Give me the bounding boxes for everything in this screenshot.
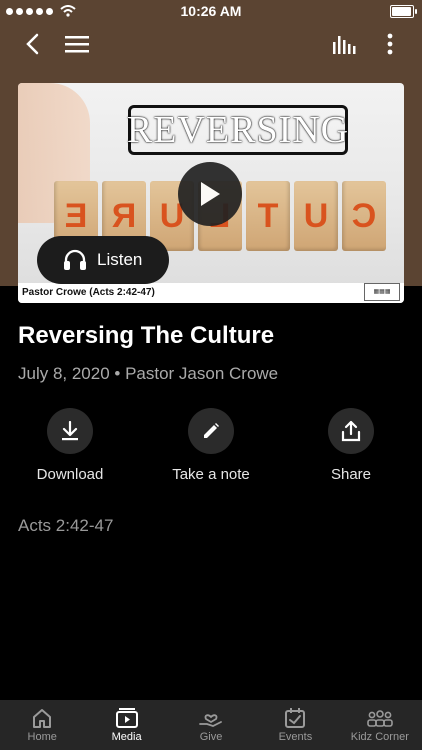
- scripture-reference: Acts 2:42-47: [18, 516, 114, 535]
- artwork-caption: Pastor Crowe (Acts 2:42-47): [18, 283, 404, 303]
- tab-give-label: Give: [199, 731, 223, 743]
- letter-block: C: [342, 181, 386, 251]
- share-icon: [341, 420, 361, 442]
- play-button[interactable]: [178, 162, 242, 226]
- tab-events-label: Events: [278, 731, 313, 743]
- tab-home[interactable]: Home: [0, 700, 84, 750]
- tab-media-label: Media: [111, 731, 142, 743]
- action-row: Download Take a note Share: [0, 408, 422, 488]
- calendar-check-icon: [285, 708, 306, 728]
- artwork-title: REVERSING: [127, 105, 348, 155]
- menu-button[interactable]: [60, 22, 94, 66]
- give-icon: [199, 714, 222, 727]
- sermon-title: Reversing The Culture: [18, 322, 275, 349]
- download-label: Download: [36, 466, 104, 483]
- tab-home-label: Home: [27, 731, 57, 743]
- letter-block: T: [246, 181, 290, 251]
- tab-kidz-corner[interactable]: Kidz Corner: [338, 700, 422, 750]
- top-toolbar: [0, 22, 422, 66]
- equalizer-icon: [333, 36, 356, 54]
- download-circle: [47, 408, 93, 454]
- tab-give[interactable]: Give: [169, 700, 253, 750]
- headphones-icon: [64, 249, 86, 270]
- tab-events[interactable]: Events: [253, 700, 337, 750]
- listen-label: Listen: [97, 250, 143, 269]
- sermon-meta: July 8, 2020 • Pastor Jason Crowe: [18, 364, 279, 383]
- video-library-icon: [115, 708, 138, 728]
- take-note-label: Take a note: [172, 466, 250, 483]
- hamburger-icon: [65, 36, 89, 53]
- play-icon: [201, 182, 220, 206]
- note-circle: [188, 408, 234, 454]
- more-options-button[interactable]: [376, 22, 404, 66]
- more-vertical-icon: [387, 33, 393, 55]
- tab-kidz-corner-label: Kidz Corner: [350, 731, 409, 743]
- pencil-icon: [204, 423, 219, 438]
- status-bar: 10:26 AM: [0, 0, 422, 22]
- share-circle: [328, 408, 374, 454]
- share-label: Share: [330, 466, 372, 483]
- chevron-left-icon: [26, 33, 39, 55]
- download-button[interactable]: Download: [0, 408, 140, 483]
- tab-media[interactable]: Media: [84, 700, 168, 750]
- back-button[interactable]: [14, 22, 50, 66]
- share-button[interactable]: Share: [281, 408, 421, 483]
- listen-button[interactable]: Listen: [37, 236, 169, 284]
- battery-icon: [390, 5, 417, 18]
- bottom-tab-bar: Home Media Give Events Kidz Corner: [0, 700, 422, 750]
- audio-queue-button[interactable]: [328, 22, 362, 66]
- home-icon: [33, 709, 52, 728]
- group-icon: [367, 710, 393, 727]
- take-note-button[interactable]: Take a note: [141, 408, 281, 483]
- church-logo: ▦▦▦: [364, 283, 400, 301]
- letter-block: U: [294, 181, 338, 251]
- download-icon: [62, 421, 78, 441]
- status-time: 10:26 AM: [180, 3, 242, 19]
